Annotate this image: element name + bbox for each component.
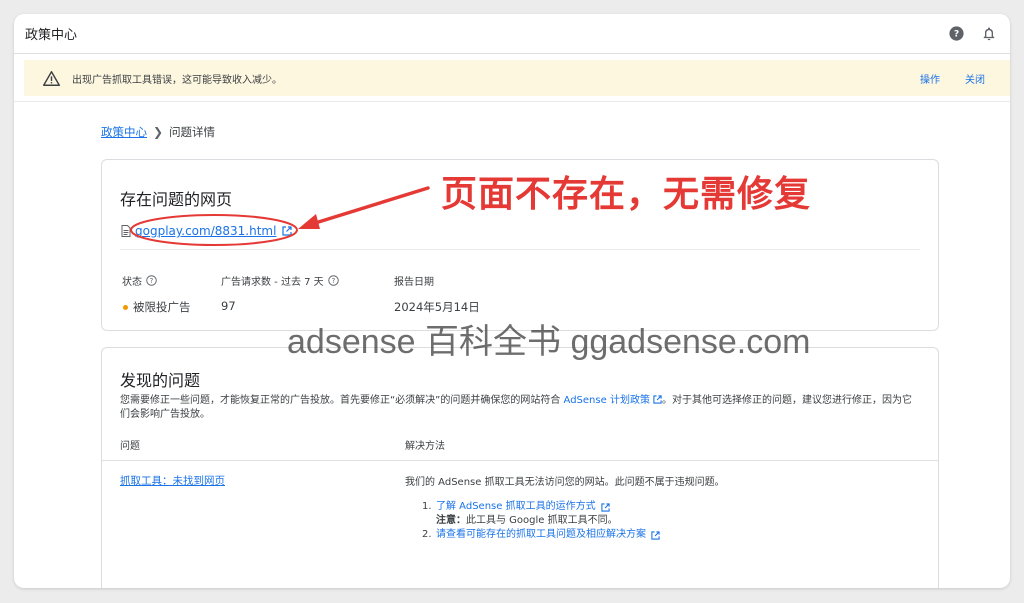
- desc-part-1: 您需要修正一些问题，才能恢复正常的广告投放。首先要修正“必须解决”的问题并确保您…: [120, 395, 564, 406]
- note: 注意：此工具与 Google 抓取工具不同。: [422, 514, 660, 528]
- external-link-icon[interactable]: [653, 395, 662, 404]
- date-value: 2024年5月14日: [394, 300, 480, 314]
- banner-close-button[interactable]: 关闭: [965, 71, 985, 86]
- status-dot-icon: [123, 304, 128, 310]
- chevron-right-icon: ❯: [153, 125, 164, 139]
- app-title: 政策中心: [25, 28, 78, 43]
- help-circle-icon[interactable]: ?: [327, 275, 339, 286]
- status-text: 被限投广告: [133, 300, 191, 314]
- date-label: 报告日期: [394, 277, 434, 288]
- list-item: 2. 请查看可能存在的抓取工具问题及相应解决方案: [422, 528, 660, 542]
- external-link-icon[interactable]: [651, 530, 660, 540]
- issue-link[interactable]: 抓取工具：未找到网页: [120, 473, 225, 488]
- warning-icon: [43, 70, 61, 86]
- status-value: 被限投广告: [123, 299, 191, 315]
- bell-icon[interactable]: [980, 25, 998, 43]
- solution-steps: 1. 了解 AdSense 抓取工具的运作方式 注意：此工具与 Google 抓…: [422, 500, 660, 542]
- status-header: 状态 ?: [122, 273, 157, 288]
- date-header: 报告日期: [394, 273, 434, 288]
- card-title: 存在问题的网页: [120, 190, 233, 209]
- page-url-link[interactable]: gogplay.com/8831.html: [135, 224, 276, 238]
- note-text: 此工具与 Google 抓取工具不同。: [466, 515, 618, 526]
- solution-text: 我们的 AdSense 抓取工具无法访问您的网站。此问题不属于违规问题。: [405, 477, 725, 488]
- breadcrumb-current: 问题详情: [169, 125, 216, 139]
- adsense-policy-link[interactable]: AdSense 计划政策: [564, 395, 650, 406]
- divider: [120, 249, 920, 250]
- annotation-text: 页面不存在，无需修复: [441, 174, 812, 215]
- card-title: 发现的问题: [120, 371, 201, 390]
- crawler-guide-link[interactable]: 了解 AdSense 抓取工具的运作方式: [436, 500, 596, 514]
- crawler-issues-link[interactable]: 请查看可能存在的抓取工具问题及相应解决方案: [436, 528, 646, 542]
- column-header-issue: 问题: [120, 441, 140, 452]
- requests-value: 97: [221, 299, 236, 313]
- top-bar: 政策中心 ?: [14, 14, 1010, 54]
- banner-message: 出现广告抓取工具错误，这可能导致收入减少。: [72, 74, 282, 86]
- watermark: adsense 百科全书 ggadsense.com: [287, 323, 811, 361]
- column-header-solution: 解决方法: [405, 441, 445, 452]
- step-number: 1.: [422, 501, 432, 512]
- app-window: 政策中心 ? 出现广告抓取工具错误，这可能导致收入减少。 操作 关闭 政策中心 …: [14, 14, 1010, 588]
- document-icon: [121, 225, 131, 237]
- svg-text:?: ?: [953, 29, 958, 40]
- status-label: 状态: [122, 277, 142, 288]
- external-link-icon[interactable]: [282, 226, 293, 236]
- external-link-icon[interactable]: [600, 502, 610, 512]
- help-circle-icon[interactable]: ?: [146, 275, 157, 286]
- requests-label: 广告请求数 - 过去 7 天: [221, 277, 324, 288]
- help-icon[interactable]: ?: [947, 25, 965, 43]
- requests-header: 广告请求数 - 过去 7 天 ?: [221, 273, 339, 288]
- divider: [14, 101, 1010, 102]
- issues-card: 发现的问题 您需要修正一些问题，才能恢复正常的广告投放。首先要修正“必须解决”的…: [101, 347, 939, 588]
- svg-text:?: ?: [331, 277, 335, 285]
- note-label: 注意：: [436, 515, 466, 526]
- page-url-row: gogplay.com/8831.html: [121, 224, 293, 238]
- breadcrumb-link-policy-center[interactable]: 政策中心: [101, 124, 147, 140]
- breadcrumb: 政策中心 ❯ 问题详情: [101, 124, 215, 140]
- banner-action-button[interactable]: 操作: [920, 71, 940, 86]
- divider: [102, 460, 938, 461]
- list-item: 1. 了解 AdSense 抓取工具的运作方式: [422, 500, 660, 514]
- issues-description: 您需要修正一些问题，才能恢复正常的广告投放。首先要修正“必须解决”的问题并确保您…: [120, 394, 920, 422]
- error-banner: 出现广告抓取工具错误，这可能导致收入减少。 操作 关闭: [24, 60, 1010, 96]
- step-number: 2.: [422, 529, 432, 540]
- svg-text:?: ?: [150, 277, 154, 285]
